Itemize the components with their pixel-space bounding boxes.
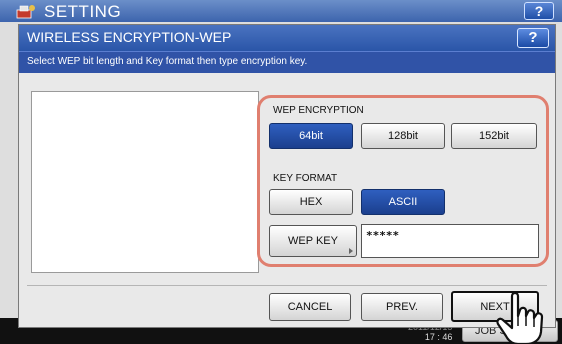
divider — [27, 285, 547, 286]
wireless-encryption-dialog: WIRELESS ENCRYPTION-WEP ? Select WEP bit… — [18, 24, 556, 328]
wep-128bit-button[interactable]: 128bit — [361, 123, 445, 149]
cancel-button[interactable]: CANCEL — [269, 293, 351, 321]
prev-button[interactable]: PREV. — [361, 293, 443, 321]
clock-time: 17 : 46 — [424, 332, 453, 342]
pointing-hand-icon — [496, 291, 544, 344]
instruction-bar: Select WEP bit length and Key format the… — [19, 51, 555, 73]
dialog-header: WIRELESS ENCRYPTION-WEP ? — [19, 25, 555, 51]
wep-key-value: ***** — [361, 224, 539, 258]
wep-encryption-label: WEP ENCRYPTION — [273, 105, 364, 116]
screen: SETTING ? 2011/12/15 17 : 46 JOB STATUS … — [0, 0, 562, 344]
instruction-text: Select WEP bit length and Key format the… — [27, 56, 308, 67]
setting-icon — [16, 5, 35, 19]
dialog-title: WIRELESS ENCRYPTION-WEP — [27, 29, 232, 45]
key-format-hex-button[interactable]: HEX — [269, 189, 353, 215]
wep-64bit-button[interactable]: 64bit — [269, 123, 353, 149]
help-button[interactable]: ? — [517, 28, 549, 48]
setting-help-button[interactable]: ? — [524, 2, 554, 20]
wep-152bit-button[interactable]: 152bit — [451, 123, 537, 149]
setting-window-header: SETTING ? — [0, 0, 562, 22]
wep-key-button[interactable]: WEP KEY — [269, 225, 357, 257]
wep-key-label: WEP KEY — [288, 235, 338, 247]
key-format-label: KEY FORMAT — [273, 173, 338, 184]
setting-title: SETTING — [44, 2, 122, 21]
arrow-right-icon — [349, 248, 353, 254]
key-format-ascii-button[interactable]: ASCII — [361, 189, 445, 215]
info-panel — [31, 91, 259, 273]
